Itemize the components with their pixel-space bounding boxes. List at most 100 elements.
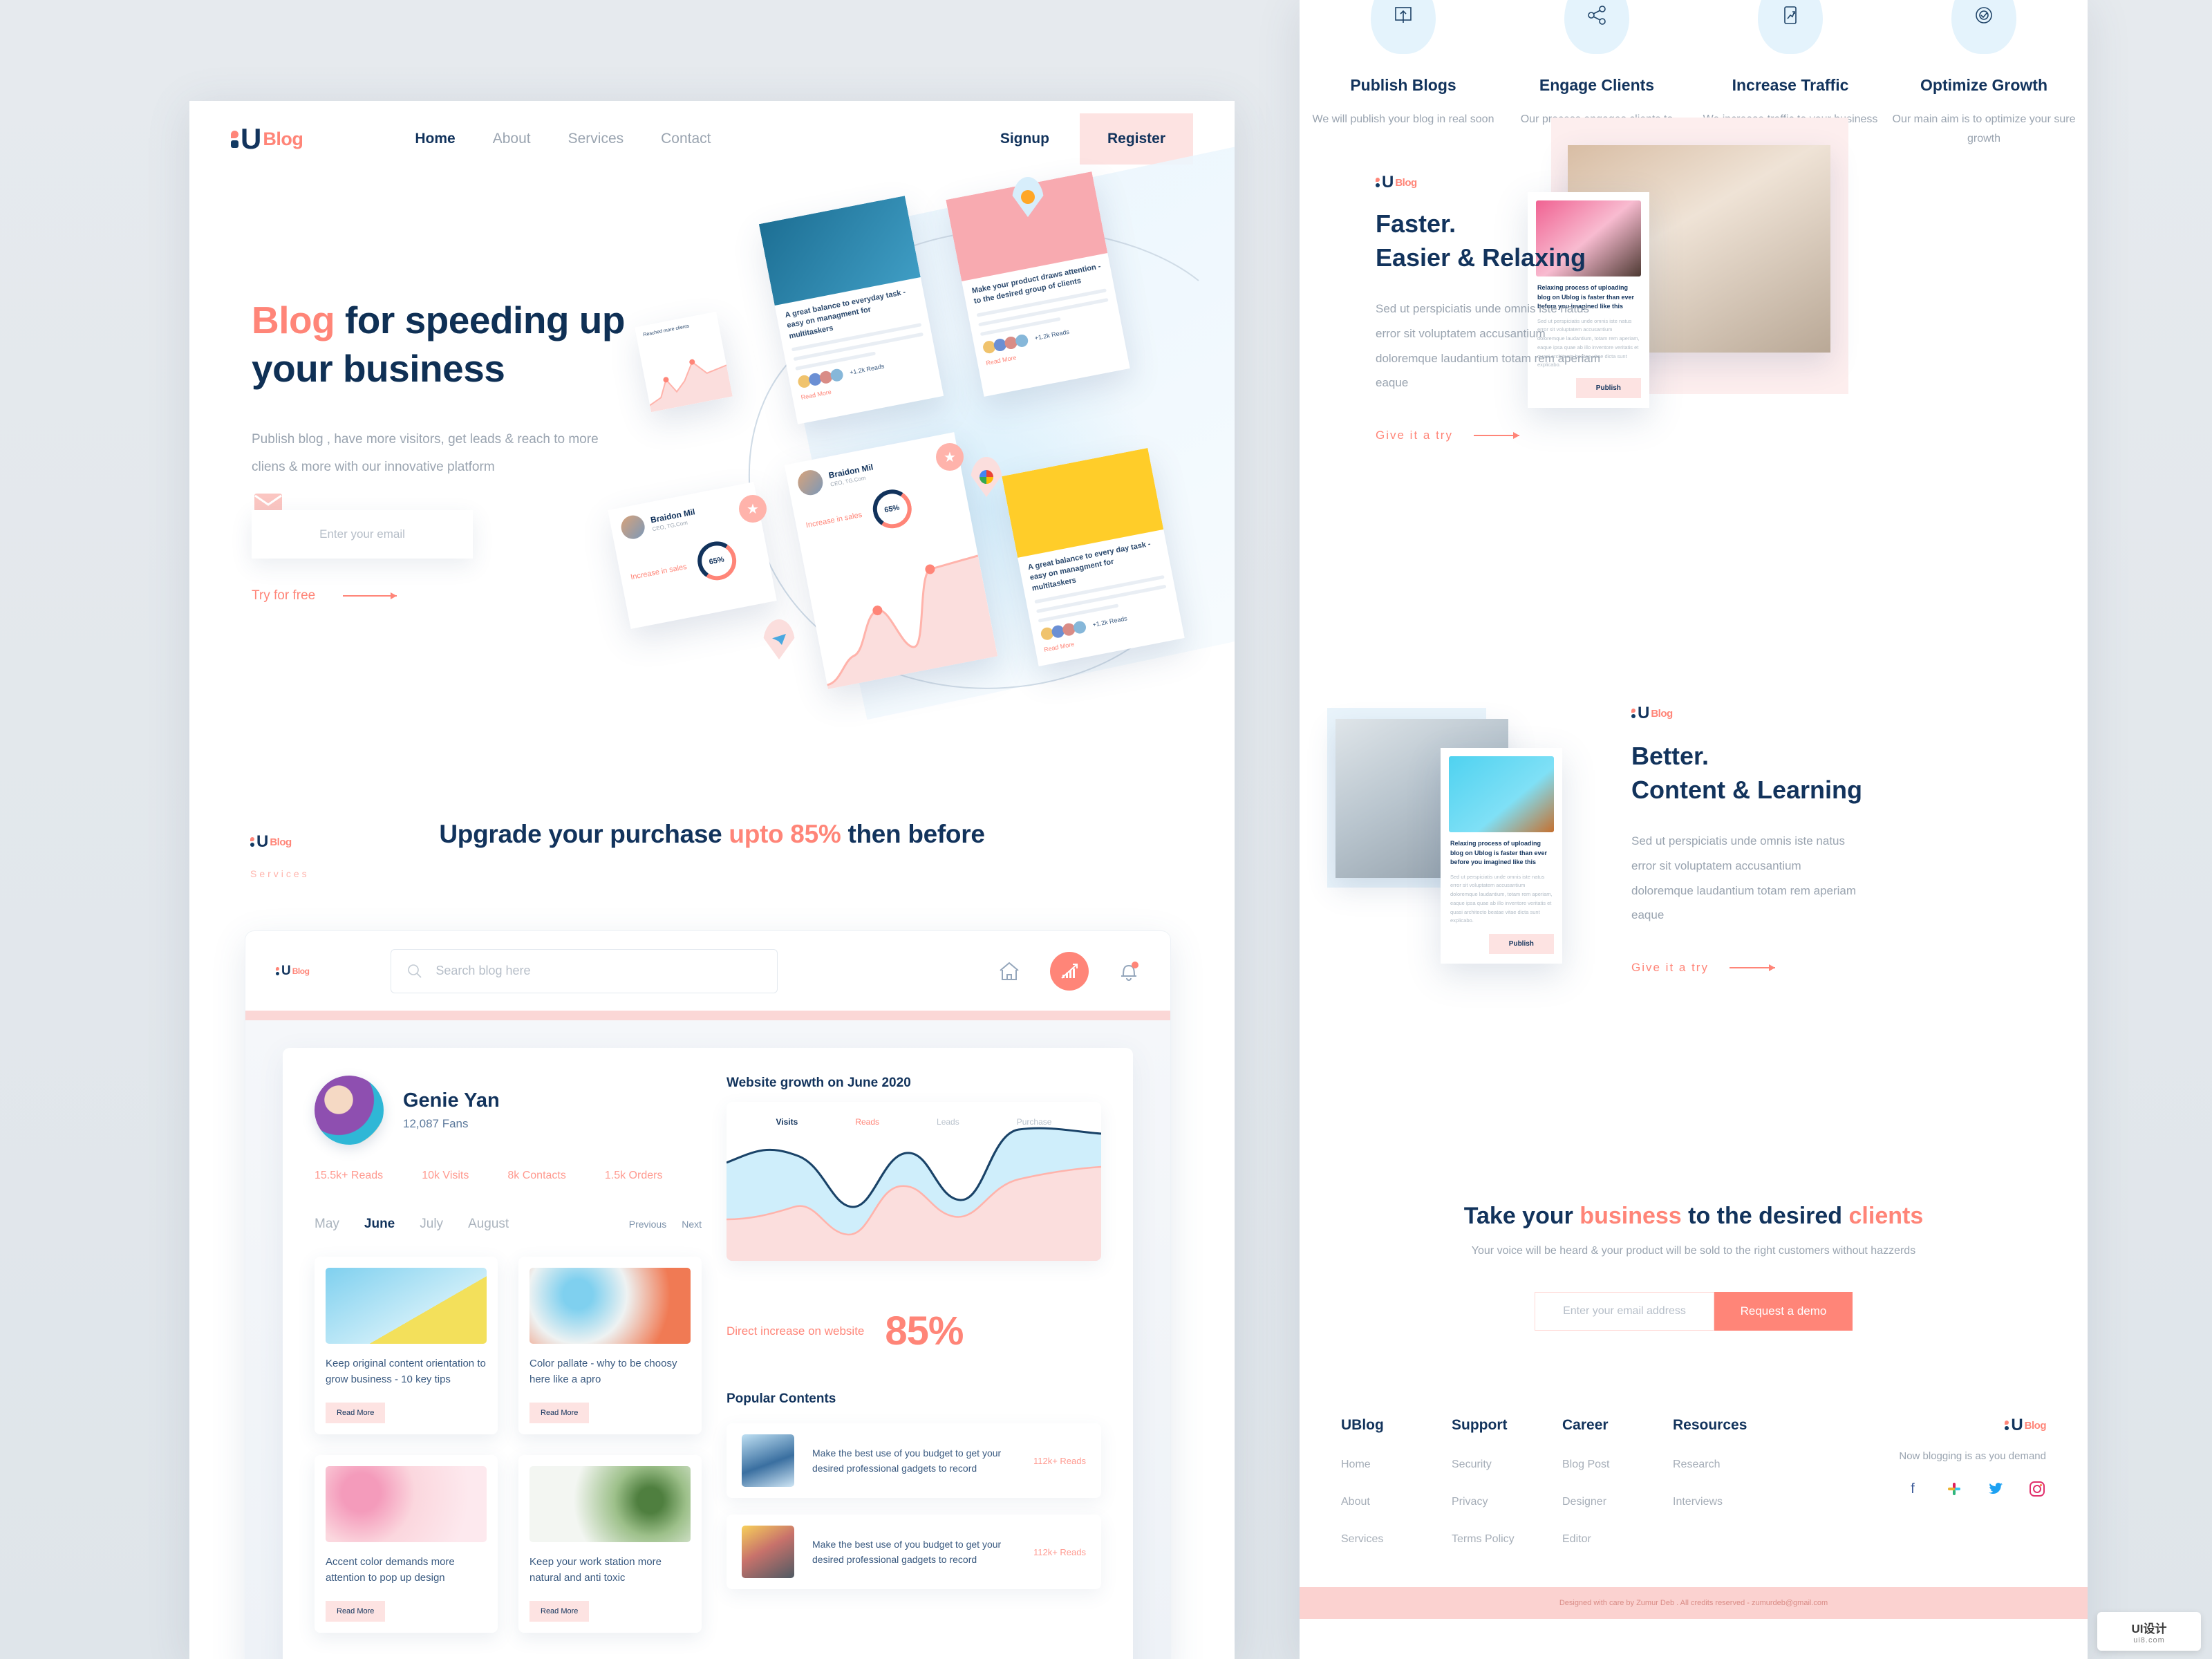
pagination: Previous Next — [629, 1219, 702, 1230]
section-better-cta[interactable]: Give it a try — [1631, 961, 1862, 975]
legend-leads[interactable]: Leads — [937, 1117, 959, 1127]
logo-u: U — [2011, 1416, 2023, 1434]
profile-name: Genie Yan — [403, 1089, 500, 1112]
hero-email-input[interactable]: Enter your email — [252, 510, 473, 559]
instagram-icon[interactable] — [2028, 1480, 2046, 1498]
legend-reads[interactable]: Reads — [855, 1117, 879, 1127]
nav-item-about[interactable]: About — [493, 131, 531, 147]
search-placeholder: Search blog here — [435, 964, 531, 977]
popular-reads: 112k+ Reads — [1033, 1546, 1086, 1557]
profile-stats: 15.5k+ Reads 10k Visits 8k Contacts 1.5k… — [315, 1170, 702, 1182]
tab-august[interactable]: August — [468, 1217, 509, 1232]
blog-card[interactable]: Keep original content orientation to gro… — [315, 1257, 498, 1434]
popular-content-item[interactable]: Make the best use of you budget to get y… — [727, 1423, 1101, 1498]
services-title: Upgrade your purchase upto 85% then befo… — [189, 820, 1235, 849]
footer-link-designer[interactable]: Designer — [1562, 1496, 1673, 1508]
read-more-button[interactable]: Read More — [326, 1601, 386, 1622]
tab-june[interactable]: June — [364, 1217, 395, 1232]
profile-block: Genie Yan 12,087 Fans — [315, 1076, 702, 1145]
request-demo-button[interactable]: Request a demo — [1714, 1292, 1853, 1331]
blog-card[interactable]: Accent color demands more attention to p… — [315, 1455, 498, 1633]
section-faster-body: Sed ut perspiciatis unde omnis iste natu… — [1376, 302, 1601, 390]
month-tabs: May June July August Previous Next — [315, 1217, 702, 1232]
facebook-icon[interactable]: f — [1904, 1480, 1922, 1498]
arrow-right-icon — [1729, 964, 1775, 971]
footer-link-privacy[interactable]: Privacy — [1452, 1496, 1562, 1508]
register-button[interactable]: Register — [1079, 113, 1193, 165]
footer-logo[interactable]: U Blog — [1899, 1416, 2047, 1434]
stat-visits: 10k Visits — [422, 1170, 469, 1181]
bell-icon[interactable] — [1118, 959, 1140, 983]
footer-heading: UBlog — [1341, 1417, 1384, 1433]
signup-button[interactable]: Signup — [977, 131, 1073, 147]
logo-blog: Blog — [1395, 176, 1417, 189]
blog-card-image — [326, 1466, 487, 1542]
brand-logo[interactable]: U Blog — [231, 124, 303, 153]
nav-item-contact[interactable]: Contact — [661, 131, 711, 147]
logo-dots-icon — [1631, 709, 1635, 718]
slack-icon[interactable] — [1945, 1480, 1963, 1498]
stat-orders: 1.5k Orders — [604, 1170, 663, 1181]
blog-card-title: Keep your work station more natural and … — [529, 1556, 662, 1584]
feature-blob — [1371, 0, 1436, 54]
tab-july[interactable]: July — [420, 1217, 443, 1232]
footer-link-security[interactable]: Security — [1452, 1459, 1562, 1471]
feature-publish-blogs[interactable]: Publish Blogs We will publish your blog … — [1306, 0, 1500, 149]
logo-u: U — [1382, 173, 1394, 191]
pagination-next[interactable]: Next — [682, 1219, 702, 1230]
testimonial-metric-value: 65% — [708, 555, 725, 567]
twitter-icon[interactable] — [1987, 1480, 2005, 1498]
footer-link-services[interactable]: Services — [1341, 1533, 1452, 1546]
blog-card[interactable]: Keep your work station more natural and … — [518, 1455, 702, 1633]
popular-reads: 112k+ Reads — [1033, 1455, 1086, 1466]
pagination-previous[interactable]: Previous — [629, 1219, 666, 1230]
direct-increase-row: Direct increase on website 85% — [727, 1308, 1101, 1354]
footer-link-editor[interactable]: Editor — [1562, 1533, 1673, 1546]
search-icon — [408, 964, 422, 978]
tab-may[interactable]: May — [315, 1217, 339, 1232]
nav-item-services[interactable]: Services — [568, 131, 624, 147]
legend-purchase[interactable]: Purchase — [1017, 1117, 1052, 1127]
popular-content-item[interactable]: Make the best use of you budget to get y… — [727, 1515, 1101, 1589]
testimonial-metric-value: 65% — [883, 503, 901, 515]
logo-dots-icon — [276, 966, 279, 975]
section-better-mock-card: Relaxing process of uploading blog on Ub… — [1441, 748, 1562, 964]
dashboard-logo[interactable]: U Blog — [276, 964, 310, 977]
hero-card-reads: +1.2k Reads — [1033, 328, 1070, 342]
footer-link-research[interactable]: Research — [1673, 1459, 1783, 1471]
read-more-button[interactable]: Read More — [326, 1403, 386, 1423]
try-for-free-link[interactable]: Try for free — [252, 588, 397, 603]
read-more-button[interactable]: Read More — [529, 1403, 590, 1423]
cta-title-accent2: clients — [1848, 1203, 1924, 1229]
read-more-button[interactable]: Read More — [529, 1601, 590, 1622]
mock-publish-button[interactable]: Publish — [1488, 934, 1554, 954]
cta-title-pre: Take your — [1463, 1203, 1580, 1229]
search-input[interactable]: Search blog here — [391, 948, 778, 993]
blog-card-title: Keep original content orientation to gro… — [326, 1358, 486, 1385]
home-icon[interactable] — [997, 960, 1021, 982]
popular-text: Make the best use of you budget to get y… — [812, 1447, 1002, 1474]
legend-visits[interactable]: Visits — [776, 1117, 798, 1127]
top-navbar: U Blog Home About Services Contact Signu… — [189, 101, 1235, 177]
section-faster-cta[interactable]: Give it a try — [1376, 429, 1604, 442]
footer-copyright: Designed with care by Zumur Deb . All cr… — [1559, 1599, 1828, 1607]
mock-body: Sed ut perspiciatis unde omnis iste natu… — [1450, 873, 1553, 924]
blog-card[interactable]: Color pallate - why to be choosy here li… — [518, 1257, 702, 1434]
feature-optimize-growth[interactable]: Optimize Growth Our main aim is to optim… — [1887, 0, 2081, 149]
feature-blob — [1951, 0, 2016, 54]
arrow-right-icon — [1473, 431, 1519, 439]
testimonial-metric-ring: 65% — [693, 538, 740, 584]
footer-link-blog-post[interactable]: Blog Post — [1562, 1459, 1673, 1471]
footer-link-about[interactable]: About — [1341, 1496, 1452, 1508]
section-better-logo: U Blog — [1631, 705, 1673, 722]
cta-email-input[interactable]: Enter your email address — [1535, 1292, 1714, 1331]
section-faster-logo: U Blog — [1376, 174, 1417, 191]
blog-card-image — [529, 1268, 691, 1344]
nav-item-home[interactable]: Home — [415, 131, 455, 147]
footer-link-home[interactable]: Home — [1341, 1459, 1452, 1471]
growth-icon[interactable] — [1050, 951, 1089, 991]
footer-link-terms-policy[interactable]: Terms Policy — [1452, 1533, 1562, 1546]
services-eyebrow: Services — [250, 868, 310, 879]
footer-link-interviews[interactable]: Interviews — [1673, 1496, 1783, 1508]
dashboard-body: Genie Yan 12,087 Fans 15.5k+ Reads 10k V… — [245, 1011, 1170, 1659]
